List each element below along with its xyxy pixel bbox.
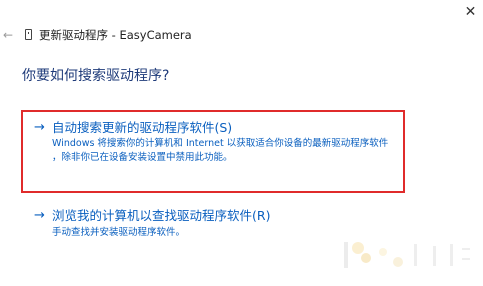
window-title: 更新驱动程序 - EasyCamera <box>39 28 192 42</box>
arrow-right-icon: → <box>34 120 45 135</box>
browse-computer-desc: 手动查找并安装驱动程序软件。 <box>52 227 186 238</box>
arrow-right-icon: → <box>34 208 45 223</box>
auto-search-desc-line1: Windows 将搜索你的计算机和 Internet 以获取适合你设备的最新驱动… <box>52 138 389 149</box>
back-button[interactable]: ← <box>0 27 16 43</box>
watermark <box>338 238 474 274</box>
back-arrow-icon: ← <box>2 28 14 42</box>
page-heading: 你要如何搜索驱动程序? <box>22 68 170 84</box>
browse-computer-title: 浏览我的计算机以查找驱动程序软件(R) <box>52 208 271 223</box>
auto-search-desc-line2: ，除非你已在设备安装设置中禁用此功能。 <box>52 152 233 163</box>
watermark-graphic <box>344 242 470 268</box>
device-icon <box>25 29 32 40</box>
close-icon: ✕ <box>464 4 477 20</box>
auto-search-option[interactable]: → 自动搜索更新的驱动程序软件(S) Windows 将搜索你的计算机和 Int… <box>0 110 420 195</box>
auto-search-title: 自动搜索更新的驱动程序软件(S) <box>52 120 233 135</box>
close-button[interactable]: ✕ <box>458 0 483 24</box>
